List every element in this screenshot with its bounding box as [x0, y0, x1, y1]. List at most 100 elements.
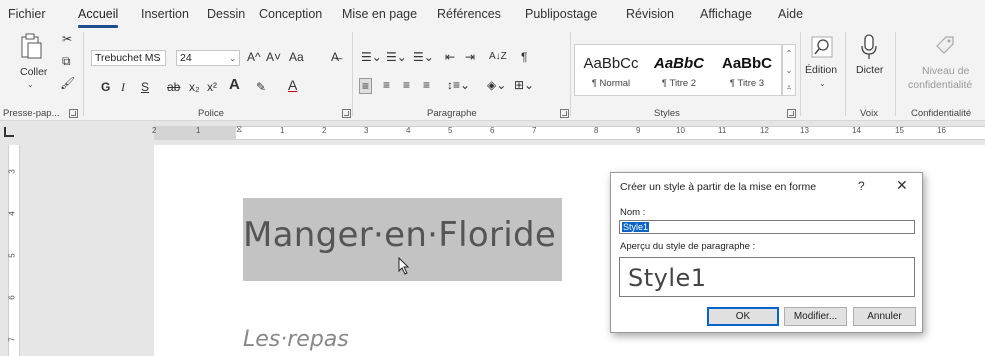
paragraph-launcher-icon[interactable]: [560, 109, 569, 118]
style-titre-2[interactable]: AaBbC ¶ Titre 2: [645, 45, 713, 95]
text-effects-icon[interactable]: A: [229, 77, 240, 92]
close-icon[interactable]: ✕: [896, 177, 908, 194]
ruler-tick: 12: [760, 126, 769, 135]
style-sample: AaBbC: [721, 55, 772, 72]
cancel-button[interactable]: Annuler: [853, 307, 916, 326]
clipboard-group-label: Presse-pap...: [3, 108, 60, 119]
numbering-icon[interactable]: ☰⌄: [386, 50, 407, 64]
ruler-strip: [8, 145, 20, 356]
borders-icon[interactable]: ⊞⌄: [514, 78, 534, 92]
tab-fichier[interactable]: Fichier: [8, 7, 46, 21]
style-name-value: Style1: [622, 222, 650, 232]
more-styles-icon[interactable]: ⩡: [783, 79, 795, 96]
ruler-tick: 6: [7, 295, 17, 300]
editing-button[interactable]: Édition ⌄: [803, 28, 841, 98]
clipboard-launcher-icon[interactable]: [69, 109, 78, 118]
sensitivity-group-label: Confidentialité: [911, 108, 972, 119]
microphone-icon: [861, 34, 877, 59]
sensitivity-label-icon: [936, 36, 954, 54]
tab-revision[interactable]: Révision: [626, 7, 674, 21]
decrease-indent-icon[interactable]: ⇤: [445, 50, 455, 64]
font-size-value: 24: [180, 52, 192, 64]
preview-label: Aperçu du style de paragraphe :: [620, 241, 756, 252]
chevron-down-icon[interactable]: ⌄: [783, 62, 795, 79]
style-normal[interactable]: AaBbCc ¶ Normal: [577, 45, 645, 95]
dictate-button[interactable]: Dicter: [849, 28, 889, 98]
help-icon[interactable]: ?: [858, 179, 865, 193]
sort-icon[interactable]: A↓Z: [489, 50, 507, 64]
shrink-font-icon[interactable]: A˅: [266, 50, 281, 64]
increase-indent-icon[interactable]: ⇥: [465, 50, 475, 64]
styles-group-label: Styles: [654, 108, 680, 119]
font-color-icon[interactable]: A: [288, 78, 297, 92]
chevron-down-icon: ⌄: [819, 79, 826, 88]
modify-button[interactable]: Modifier...: [784, 307, 847, 326]
ruler-tick: 2: [322, 126, 327, 135]
font-name-combobox[interactable]: Trebuchet MS ⌄: [91, 50, 166, 66]
dialog-title: Créer un style à partir de la mise en fo…: [620, 181, 817, 193]
justify-icon[interactable]: ≡: [423, 78, 430, 92]
styles-launcher-icon[interactable]: [787, 109, 796, 118]
chevron-up-icon[interactable]: ⌃: [783, 45, 795, 62]
align-left-icon[interactable]: ≡: [359, 78, 373, 94]
vertical-ruler[interactable]: 3 4 5 6 7: [0, 145, 24, 356]
shading-icon[interactable]: ◈⌄: [487, 78, 506, 92]
ruler-tick: 7: [532, 126, 537, 135]
tab-mise-en-page[interactable]: Mise en page: [342, 7, 417, 21]
style-name: ¶ Titre 3: [729, 78, 765, 89]
tab-references[interactable]: Références: [437, 7, 501, 21]
voice-group-label: Voix: [860, 108, 878, 119]
sensitivity-button[interactable]: Niveau de confidentialité: [898, 28, 985, 98]
style-name: ¶ Normal: [591, 78, 631, 89]
horizontal-ruler[interactable]: ⧖ 2 1 1 2 3 4 5 6 7 8 9 10 11 12 13 14 1…: [0, 121, 985, 145]
strikethrough-button[interactable]: ab: [167, 80, 180, 94]
sensitivity-label-line1: Niveau de: [922, 65, 970, 77]
copy-icon[interactable]: ⧉: [62, 54, 71, 68]
superscript-button[interactable]: x²: [207, 80, 217, 94]
indent-marker-icon[interactable]: ⧖: [236, 124, 242, 135]
ok-button[interactable]: OK: [707, 307, 779, 326]
document-heading[interactable]: Manger·en·Floride: [243, 215, 556, 255]
align-right-icon[interactable]: ≡: [403, 78, 410, 92]
font-size-combobox[interactable]: 24 ⌄: [176, 50, 240, 66]
grow-font-icon[interactable]: A^: [247, 50, 261, 64]
italic-button[interactable]: I: [121, 80, 125, 94]
chevron-down-icon: ⌄: [27, 80, 34, 89]
tab-aide[interactable]: Aide: [778, 7, 803, 21]
font-launcher-icon[interactable]: [342, 109, 351, 118]
show-formatting-icon[interactable]: ¶: [521, 50, 527, 64]
tab-publipostage[interactable]: Publipostage: [525, 7, 597, 21]
tab-insertion[interactable]: Insertion: [141, 7, 189, 21]
format-painter-icon[interactable]: 🖌: [60, 76, 75, 90]
ruler-tick: 16: [937, 126, 946, 135]
style-sample: AaBbC: [653, 55, 704, 72]
ruler-tick: 4: [7, 211, 17, 216]
tab-conception[interactable]: Conception: [259, 7, 322, 21]
document-subheading[interactable]: Les·repas: [243, 327, 349, 352]
bullets-icon[interactable]: ☰⌄: [361, 50, 382, 64]
ruler-tick: 1: [280, 126, 285, 135]
dictate-label: Dicter: [856, 64, 884, 76]
line-spacing-icon[interactable]: ↕≡⌄: [447, 78, 470, 92]
tab-dessin[interactable]: Dessin: [207, 7, 245, 21]
paste-button[interactable]: Coller ⌄: [12, 28, 50, 96]
tab-affichage[interactable]: Affichage: [700, 7, 752, 21]
style-name-input[interactable]: Style1: [619, 220, 915, 234]
cut-icon[interactable]: ✂: [62, 32, 72, 46]
group-separator: [83, 32, 84, 116]
subscript-button[interactable]: x₂: [189, 80, 200, 94]
style-titre-3[interactable]: AaBbC ¶ Titre 3: [713, 45, 781, 95]
align-center-icon[interactable]: ≡: [383, 78, 390, 92]
styles-gallery-scroll[interactable]: ⌃ ⌄ ⩡: [782, 44, 796, 96]
multilevel-list-icon[interactable]: ☰⌄: [413, 50, 434, 64]
underline-button[interactable]: S: [141, 80, 149, 94]
editing-label: Édition: [805, 64, 838, 76]
tab-selector-icon[interactable]: [4, 127, 14, 137]
highlight-icon[interactable]: ✎: [256, 80, 266, 94]
ruler-tick: 9: [636, 126, 641, 135]
change-case-icon[interactable]: Aa: [289, 50, 304, 64]
clear-formatting-icon[interactable]: A̶: [331, 50, 339, 64]
ruler-tick: 4: [406, 126, 411, 135]
bold-button[interactable]: G: [101, 80, 110, 94]
tab-accueil[interactable]: Accueil: [78, 7, 119, 28]
